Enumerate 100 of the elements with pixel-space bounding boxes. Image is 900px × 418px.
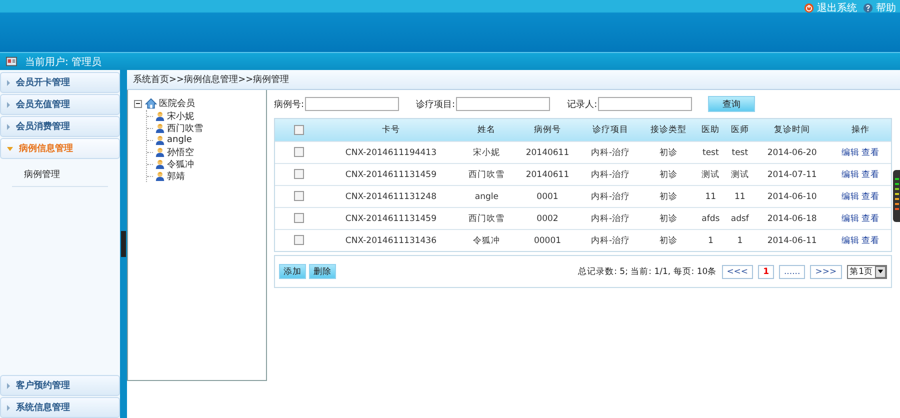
- action-link[interactable]: 查看: [861, 148, 880, 158]
- tree-node[interactable]: 医院会员: [159, 97, 195, 110]
- tree-node[interactable]: 宋小妮: [167, 110, 194, 122]
- tree-node[interactable]: 令狐冲: [167, 158, 194, 170]
- person-icon: [155, 171, 165, 181]
- table-cell: 内科-治疗: [591, 170, 630, 180]
- table-cell: 11: [705, 192, 716, 202]
- table-cell: 1: [708, 236, 714, 246]
- table-cell: 20140611: [526, 170, 570, 180]
- current-user-label: 当前用户: 管理员: [25, 56, 102, 68]
- splitter-bar[interactable]: [120, 70, 127, 418]
- table-cell: CNX-2014611131248: [345, 192, 436, 202]
- user-card-icon: [6, 56, 17, 67]
- tree-node[interactable]: angle: [167, 135, 192, 145]
- input-field[interactable]: [305, 97, 400, 111]
- column-header: 卡号: [382, 125, 400, 135]
- action-link[interactable]: 查看: [861, 170, 880, 180]
- table-cell: 11: [734, 192, 746, 202]
- table-cell: 测试: [702, 170, 720, 180]
- sidebar-item[interactable]: 客户预约管理: [0, 375, 120, 396]
- checkbox[interactable]: [294, 213, 304, 224]
- checkbox[interactable]: [294, 191, 304, 202]
- table-cell: afds: [702, 214, 720, 224]
- table-cell: CNX-2014611131459: [345, 214, 436, 224]
- table-cell: 1: [737, 236, 743, 246]
- table-cell: adsf: [730, 214, 749, 224]
- collapse-handle[interactable]: [121, 231, 126, 257]
- column-header: 医师: [730, 125, 749, 135]
- sidebar-item[interactable]: 系统信息管理: [0, 397, 120, 418]
- checkbox[interactable]: [294, 235, 304, 246]
- column-header: 操作: [851, 125, 870, 135]
- table-cell: 20140611: [526, 148, 570, 158]
- table-cell: 0001: [536, 192, 558, 202]
- table-cell: CNX-2014611194413: [345, 148, 436, 158]
- field-label: 病例号:: [274, 98, 304, 110]
- table-cell: 2014-06-20: [767, 148, 817, 158]
- table-cell: 内科-治疗: [591, 148, 630, 158]
- page-button[interactable]: <<<: [722, 264, 754, 278]
- sidebar-item[interactable]: 会员充值管理: [0, 94, 120, 115]
- action-link[interactable]: 编辑: [841, 214, 860, 224]
- sidebar-subitem[interactable]: 病例管理: [12, 168, 108, 187]
- action-link[interactable]: 编辑: [841, 236, 860, 246]
- table-cell: CNX-2014611131436: [345, 236, 436, 246]
- person-icon: [155, 135, 165, 145]
- column-header: 诊疗项目: [592, 125, 629, 135]
- action-button[interactable]: 添加: [279, 264, 306, 279]
- column-header: 姓名: [478, 125, 496, 135]
- table-cell: 2014-06-10: [767, 192, 817, 202]
- collapse-toggle[interactable]: [134, 100, 142, 108]
- help-icon: [863, 3, 873, 13]
- person-icon: [155, 147, 165, 157]
- page-dropdown[interactable]: 第1页: [846, 264, 887, 278]
- sidebar-item[interactable]: 会员开卡管理: [0, 72, 120, 93]
- action-link[interactable]: 查看: [861, 214, 880, 224]
- action-link[interactable]: 查看: [861, 236, 880, 246]
- checkbox[interactable]: [294, 147, 304, 158]
- level-meter-widget[interactable]: [893, 170, 900, 222]
- field-label: 记录人:: [567, 98, 598, 110]
- action-link[interactable]: 编辑: [841, 192, 860, 202]
- breadcrumb: 系统首页>>病例信息管理>>病例管理: [127, 70, 900, 90]
- table-cell: test: [702, 148, 719, 158]
- table-cell: angle: [474, 192, 498, 202]
- table-cell: 2014-06-11: [767, 236, 817, 246]
- checkbox[interactable]: [294, 169, 304, 180]
- action-link[interactable]: 编辑: [841, 170, 860, 180]
- sidebar-item[interactable]: 会员消费管理: [0, 116, 120, 137]
- table-cell: 测试: [730, 170, 749, 180]
- column-header: 复诊时间: [774, 125, 810, 135]
- tree-node[interactable]: 郭靖: [167, 170, 185, 182]
- table-cell: 初诊: [659, 170, 678, 180]
- action-link[interactable]: 编辑: [841, 148, 860, 158]
- input-field[interactable]: [598, 97, 692, 111]
- house-icon: [145, 98, 157, 109]
- action-link[interactable]: 查看: [861, 192, 880, 202]
- table-cell: 西门吹雪: [468, 214, 505, 224]
- tree-node[interactable]: 西门吹雪: [167, 122, 203, 134]
- tree-node[interactable]: 孙悟空: [167, 146, 194, 158]
- person-icon: [155, 123, 165, 133]
- column-header: 医助: [702, 125, 720, 135]
- action-button[interactable]: 删除: [309, 264, 336, 279]
- table-cell: 初诊: [659, 148, 678, 158]
- table-cell: 初诊: [659, 236, 678, 246]
- column-header: 接诊类型: [650, 125, 686, 135]
- table-cell: 内科-治疗: [591, 214, 630, 224]
- person-icon: [155, 111, 165, 121]
- checkbox[interactable]: [294, 124, 304, 135]
- person-icon: [155, 159, 165, 169]
- table-cell: CNX-2014611131459: [345, 170, 436, 180]
- page-button[interactable]: >>>: [810, 264, 842, 278]
- input-field[interactable]: [456, 97, 550, 111]
- page-button[interactable]: 1: [758, 264, 774, 278]
- page-button[interactable]: ......: [778, 264, 806, 278]
- power-icon: [804, 3, 814, 13]
- table-cell: 宋小妮: [473, 148, 500, 158]
- search-button[interactable]: 查询: [708, 96, 756, 112]
- column-header: 病例号: [534, 125, 561, 135]
- record-summary: 总记录数: 5; 当前: 1/1, 每页: 10条: [578, 266, 717, 278]
- table-cell: 2014-07-11: [767, 170, 817, 180]
- table-cell: 内科-治疗: [591, 192, 630, 202]
- table-cell: 00001: [534, 236, 562, 246]
